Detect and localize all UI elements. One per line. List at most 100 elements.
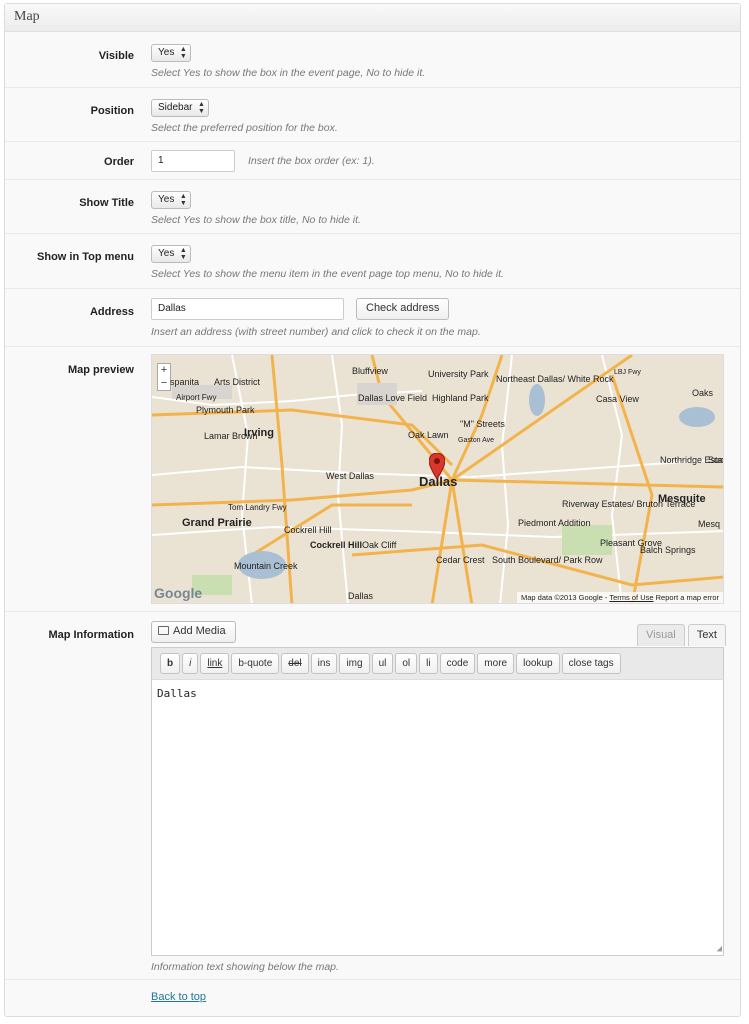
map-place-label: Sun xyxy=(708,455,724,465)
google-logo: Google xyxy=(154,585,203,601)
panel-title: Map xyxy=(5,4,740,32)
zoom-out-button[interactable]: − xyxy=(158,377,170,390)
order-input[interactable]: 1 xyxy=(151,150,235,172)
quicktag-ul-button[interactable]: ul xyxy=(371,653,394,674)
map-place-label: Tom Landry Fwy xyxy=(228,503,287,512)
map-place-label: Grand Prairie xyxy=(182,517,252,529)
map-place-label: Balch Springs xyxy=(640,545,696,555)
order-description: Insert the box order (ex: 1). xyxy=(248,155,375,167)
quicktag-del-button[interactable]: del xyxy=(281,653,309,674)
map-information-description: Information text showing below the map. xyxy=(151,961,339,973)
zoom-in-button[interactable]: + xyxy=(158,364,170,377)
address-label: Address xyxy=(89,306,134,318)
position-row: Position Sidebar ▲ ▼ Select the preferred… xyxy=(5,88,740,142)
map-place-label: Mountain Creek xyxy=(234,561,298,571)
visible-label: Visible xyxy=(98,50,134,62)
map-place-label: West Dallas xyxy=(326,471,374,481)
position-select-value: Sidebar xyxy=(158,102,193,113)
check-address-button[interactable]: Check address xyxy=(356,298,450,320)
editor-tabs: Visual Text xyxy=(636,624,726,646)
show-title-label: Show Title xyxy=(79,197,134,209)
terms-of-use-link[interactable]: Terms of Use xyxy=(609,593,653,602)
address-row: Address Dallas Check address Insert an a… xyxy=(5,289,740,347)
address-input[interactable]: Dallas xyxy=(151,298,344,320)
map-place-label: Oak Lawn xyxy=(408,430,449,440)
show-title-row: Show Title Yes ▲ ▼ Select Yes to show the… xyxy=(5,180,740,234)
quicktags-toolbar: b i link b-quote del ins img ul ol li code more look… xyxy=(151,647,724,680)
quicktag-ol-button[interactable]: ol xyxy=(395,653,418,674)
map-place-label: Cockrell Hill xyxy=(284,525,332,535)
select-arrows-icon: ▲ ▼ xyxy=(198,101,205,115)
add-media-button[interactable]: Add Media xyxy=(151,621,236,643)
quicktag-link-button[interactable]: link xyxy=(200,653,230,674)
quicktag-li-button[interactable]: li xyxy=(419,653,438,674)
add-media-label: Add Media xyxy=(173,625,226,637)
quicktag-close-tags-button[interactable]: close tags xyxy=(561,653,621,674)
show-top-menu-label: Show in Top menu xyxy=(37,251,134,263)
map-zoom-control: + − xyxy=(157,363,171,391)
quicktag-img-button[interactable]: img xyxy=(339,653,370,674)
address-description: Insert an address (with street number) a… xyxy=(151,326,481,338)
quicktag-more-button[interactable]: more xyxy=(477,653,515,674)
quicktag-bold-button[interactable]: b xyxy=(160,653,181,674)
map-information-row: Map Information Add Media Visual Text bi… xyxy=(5,612,740,980)
textarea-content: Dallas xyxy=(157,687,197,700)
visible-row: Visible Yes ▲ ▼ Select Yes to show the bo… xyxy=(5,33,740,88)
quicktag-blockquote-button[interactable]: b-quote xyxy=(231,653,280,674)
visible-description: Select Yes to show the box in the event … xyxy=(151,67,426,79)
map-preview-label: Map preview xyxy=(67,364,134,376)
map-place-label: Oaks xyxy=(692,388,714,398)
back-to-top-link[interactable]: Back to top xyxy=(151,991,206,1003)
tab-text[interactable]: Text xyxy=(687,624,726,646)
resize-handle-icon[interactable]: ◢ xyxy=(717,944,722,954)
show-top-menu-select-value: Yes xyxy=(158,248,175,259)
map-information-textarea[interactable]: Dallas ◢ xyxy=(151,680,724,956)
map-place-label: LBJ Fwy xyxy=(614,369,641,376)
map-place-label: Cedar Crest xyxy=(436,555,485,565)
map-information-label: Map Information xyxy=(48,629,134,641)
quicktag-lookup-button[interactable]: lookup xyxy=(516,653,560,674)
quicktag-italic-button[interactable]: i xyxy=(182,653,199,674)
show-top-menu-description: Select Yes to show the menu item in the … xyxy=(151,268,504,280)
tab-visual[interactable]: Visual xyxy=(636,624,685,646)
show-title-description: Select Yes to show the box title, No to … xyxy=(151,214,361,226)
map-place-label: Dallas xyxy=(348,591,374,601)
map-place-label: Oak Cliff xyxy=(362,540,397,550)
map-place-label: Arts District xyxy=(214,377,260,387)
map-place-label: South Boulevard/ Park Row xyxy=(492,555,603,565)
map-data-text: Map data ©2013 Google xyxy=(520,593,603,602)
map-place-label: spanita xyxy=(170,377,200,387)
map-place-label: Mesq xyxy=(698,519,721,529)
show-title-select-value: Yes xyxy=(158,194,175,205)
map-place-label: Cockrell Hill xyxy=(310,540,363,550)
map-place-label: Plymouth Park xyxy=(196,405,255,415)
quicktag-code-button[interactable]: code xyxy=(439,653,476,674)
show-top-menu-select[interactable]: Yes ▲ ▼ xyxy=(151,245,192,263)
map-place-label: Gaston Ave xyxy=(458,437,495,444)
show-title-select[interactable]: Yes ▲ ▼ xyxy=(151,191,192,209)
visible-select-value: Yes xyxy=(158,47,175,58)
position-label: Position xyxy=(90,105,134,117)
map-place-label: University Park xyxy=(428,369,489,379)
map-place-label: Casa View xyxy=(596,394,639,404)
position-description: Select the preferred position for the bo… xyxy=(151,122,338,134)
position-select[interactable]: Sidebar ▲ ▼ xyxy=(151,99,210,117)
map-preview-row: Map preview + − Bluffview University Par… xyxy=(5,347,740,612)
select-arrows-icon: ▲ ▼ xyxy=(179,46,187,60)
map-place-label: Piedmont Addition xyxy=(518,518,591,528)
media-icon xyxy=(158,626,169,635)
back-to-top-row: Back to top xyxy=(5,980,740,1016)
report-map-error-link[interactable]: Report a map error xyxy=(656,593,719,602)
map-settings-panel: Map Visible Yes ▲ ▼ Select Yes to show th… xyxy=(4,3,741,1017)
visible-select[interactable]: Yes ▲ ▼ xyxy=(151,44,192,62)
order-row: Order 1 Insert the box order (ex: 1). xyxy=(5,142,740,180)
map-canvas[interactable]: + − Bluffview University Park Highland P… xyxy=(151,354,724,604)
map-place-label: Northeast Dallas/ White Rock xyxy=(496,374,614,384)
select-arrows-icon: ▲ ▼ xyxy=(179,193,187,207)
map-place-label: Dallas Love Field xyxy=(358,393,428,403)
map-footer: Map data ©2013 Google - Terms of Use Rep… xyxy=(516,592,723,603)
map-place-label: Lamar Brown xyxy=(204,431,258,441)
map-place-label: Airport Fwy xyxy=(176,393,217,402)
show-top-menu-row: Show in Top menu Yes ▲ ▼ Select Yes to sh… xyxy=(5,234,740,289)
quicktag-ins-button[interactable]: ins xyxy=(310,653,338,674)
